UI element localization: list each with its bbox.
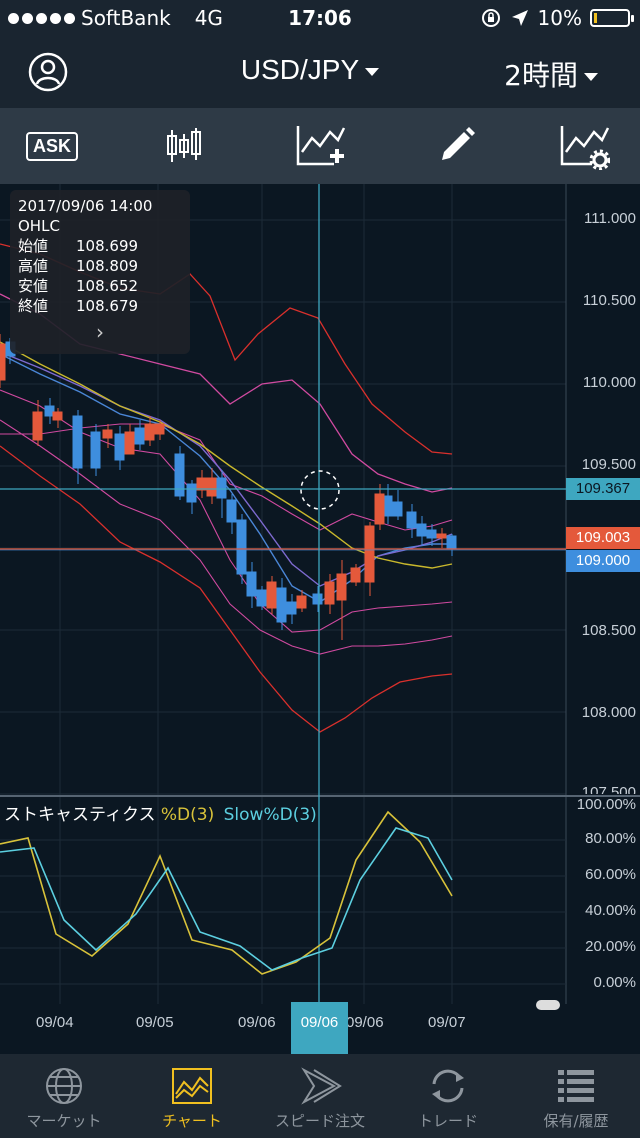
crosshair-date-tag[interactable]: 09/06 xyxy=(291,1002,348,1054)
ohlc-info-box: 2017/09/06 14:00 OHLC 始値 108.699 高値 108.80… xyxy=(10,190,190,354)
price-axis-label: 109.500 xyxy=(581,456,636,473)
chart-toolbar: ASK xyxy=(0,108,640,184)
price-axis-label: 108.000 xyxy=(581,704,636,721)
chevron-down-icon xyxy=(365,67,380,76)
price-axis-label: 107.500 xyxy=(581,784,636,794)
candlestick-icon xyxy=(167,128,201,162)
ohlc-title: OHLC xyxy=(18,217,60,235)
tab-speed-order[interactable]: スピード注文 xyxy=(256,1054,384,1138)
chart-settings-button[interactable] xyxy=(556,122,612,170)
price-axis-label: 110.500 xyxy=(582,292,636,309)
bottom-tab-bar: マーケット チャート スピード注文 トレード 保有/履歴 xyxy=(0,1054,640,1138)
chart-type-button[interactable] xyxy=(156,122,212,170)
ohlc-row: 高値 108.809 xyxy=(18,256,182,276)
price-axis-label: 108.500 xyxy=(581,622,636,639)
price-axis-label: 110.000 xyxy=(582,374,636,391)
date-axis-label: 09/06 xyxy=(346,1014,384,1031)
rotation-lock-icon xyxy=(481,9,500,27)
chart-icon xyxy=(172,1068,212,1104)
stoch-d-line xyxy=(0,810,453,975)
date-axis-label: 09/07 xyxy=(428,1014,466,1031)
stoch-axis-label: 80.00% xyxy=(585,830,636,847)
tab-positions-history[interactable]: 保有/履歴 xyxy=(512,1054,640,1138)
period-label: 2時間 xyxy=(504,59,578,92)
location-arrow-icon xyxy=(511,10,528,26)
tab-label: チャート xyxy=(162,1112,222,1130)
ask-price-tag: 109.003 xyxy=(566,527,640,549)
chevron-right-icon[interactable]: › xyxy=(96,322,104,342)
ask-label: ASK xyxy=(25,131,78,161)
ohlc-value: 108.809 xyxy=(76,257,139,275)
stoch-grid xyxy=(0,839,566,985)
tab-label: 保有/履歴 xyxy=(543,1112,609,1130)
ohlc-key: 終値 xyxy=(18,297,49,315)
ohlc-value: 108.679 xyxy=(76,297,139,315)
tab-chart[interactable]: チャート xyxy=(128,1054,256,1138)
stochastic-slow-d-label: Slow%D(3) xyxy=(223,805,317,825)
battery-icon xyxy=(590,9,634,27)
add-indicator-button[interactable] xyxy=(292,122,348,170)
nav-bar: USD/JPY 2時間 xyxy=(0,36,640,108)
tab-trade[interactable]: トレード xyxy=(384,1054,512,1138)
tab-label: スピード注文 xyxy=(274,1112,365,1130)
moving-average-long-line xyxy=(0,341,453,569)
chart-settings-icon xyxy=(560,126,610,170)
chevron-down-icon xyxy=(584,73,598,81)
ohlc-key: 高値 xyxy=(18,257,49,275)
ohlc-row: 始値 108.699 xyxy=(18,236,182,256)
stochastic-legend: ストキャスティクス %D(3) Slow%D(3) xyxy=(4,800,317,825)
tab-label: トレード xyxy=(417,1112,478,1130)
ohlc-date: 2017/09/06 14:00 xyxy=(18,197,153,215)
draw-tool-button[interactable] xyxy=(428,122,484,170)
add-indicator-icon xyxy=(296,126,346,166)
scroll-handle[interactable] xyxy=(536,1000,560,1010)
bid-price-tag: 109.000 xyxy=(566,550,640,572)
crosshair-price-tag: 109.367 xyxy=(566,478,640,500)
stoch-axis-label: 100.00% xyxy=(576,796,636,813)
price-axis-label: 111.000 xyxy=(584,210,636,227)
stoch-axis-label: 40.00% xyxy=(585,902,636,919)
refresh-icon xyxy=(432,1069,464,1103)
ohlc-value: 108.699 xyxy=(76,237,139,255)
stochastic-d-label: %D(3) xyxy=(160,805,215,825)
stoch-axis-label: 20.00% xyxy=(585,938,636,955)
bollinger-middle-lower-line xyxy=(0,419,453,655)
stochastic-title: ストキャスティクス xyxy=(4,805,156,825)
stoch-axis-label: 0.00% xyxy=(593,974,636,991)
ask-bid-toggle-button[interactable]: ASK xyxy=(24,122,80,170)
period-selector[interactable]: 2時間 xyxy=(504,54,598,94)
crosshair-handle[interactable] xyxy=(300,470,340,510)
ohlc-row: 終値 108.679 xyxy=(18,296,182,316)
speed-icon xyxy=(301,1067,342,1105)
battery-percent: 10% xyxy=(537,6,582,30)
ohlc-key: 安値 xyxy=(18,277,49,295)
tab-label: マーケット xyxy=(26,1112,102,1130)
pencil-icon xyxy=(442,127,475,160)
date-axis-label: 09/06 xyxy=(238,1014,276,1031)
stoch-axis-label: 60.00% xyxy=(585,866,636,883)
date-axis-label: 09/05 xyxy=(136,1014,174,1031)
ohlc-key: 始値 xyxy=(18,237,49,255)
currency-pair-label: USD/JPY xyxy=(240,54,360,85)
ohlc-row: 安値 108.652 xyxy=(18,276,182,296)
list-icon xyxy=(558,1070,594,1102)
globe-icon xyxy=(46,1068,82,1104)
status-bar: SoftBank 4G 17:06 10% xyxy=(0,0,640,36)
ohlc-value: 108.652 xyxy=(76,277,139,295)
chart-area[interactable]: 2017/09/06 14:00 OHLC 始値 108.699 高値 108.80… xyxy=(0,184,640,1054)
tab-market[interactable]: マーケット xyxy=(0,1054,128,1138)
date-axis-label: 09/04 xyxy=(36,1014,74,1031)
